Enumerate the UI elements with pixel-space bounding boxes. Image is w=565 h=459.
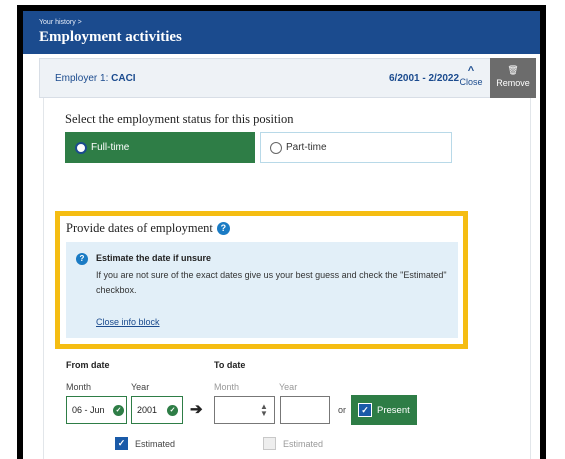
present-checkbox[interactable]: ✓ Present xyxy=(351,395,417,425)
radio-selected-icon xyxy=(75,142,87,154)
part-time-radio[interactable]: Part-time xyxy=(260,132,452,163)
from-year-input[interactable]: 2001 ✓ xyxy=(131,396,183,424)
from-month-label: Month xyxy=(66,382,92,392)
info-title: Estimate the date if unsure xyxy=(96,253,212,263)
remove-button-label: Remove xyxy=(496,78,530,88)
screenshot-frame: Your history > Employment activities Emp… xyxy=(17,5,546,459)
to-year-input[interactable] xyxy=(280,396,330,424)
to-estimated-checkbox[interactable] xyxy=(263,437,276,450)
employer-label: Employer 1: CACI xyxy=(55,73,136,84)
present-label: Present xyxy=(377,405,410,416)
to-year-label: Year xyxy=(279,382,298,392)
trash-icon: 🗑 xyxy=(507,65,519,75)
to-month-label: Month xyxy=(214,382,240,392)
employment-status-question: Select the employment status for this po… xyxy=(65,112,294,126)
checkbox-checked-icon: ✓ xyxy=(358,403,372,417)
employer-date-range: 6/2001 - 2/2022 xyxy=(389,73,460,84)
close-button[interactable]: ^ Close xyxy=(452,65,490,93)
dates-heading: Provide dates of employment? xyxy=(66,221,230,236)
from-year-label: Year xyxy=(131,382,150,392)
from-estimated-checkbox[interactable]: ✓ xyxy=(115,437,128,450)
breadcrumb[interactable]: Your history > xyxy=(39,19,82,26)
info-question-icon: ? xyxy=(76,253,88,265)
remove-button[interactable]: 🗑 Remove xyxy=(490,58,536,98)
chevron-up-icon: ^ xyxy=(467,65,475,77)
select-updown-icon: ▲ ▼ xyxy=(260,402,268,418)
close-info-block-link[interactable]: Close info block xyxy=(96,317,160,327)
employer-name: CACI xyxy=(111,73,136,84)
page: Your history > Employment activities Emp… xyxy=(23,11,540,459)
from-month-value: 06 - Jun xyxy=(72,405,105,415)
from-estimated-label: Estimated xyxy=(135,439,176,449)
or-separator: or xyxy=(338,405,347,415)
valid-check-icon: ✓ xyxy=(167,405,178,416)
info-block: ? Estimate the date if unsure If you are… xyxy=(66,242,458,338)
full-time-radio[interactable]: Full-time xyxy=(65,132,255,163)
from-date-label: From date xyxy=(66,360,110,370)
from-month-select[interactable]: 06 - Jun ✓ xyxy=(66,396,127,424)
close-button-label: Close xyxy=(459,77,483,87)
part-time-label: Part-time xyxy=(286,142,327,153)
radio-unselected-icon xyxy=(270,142,282,154)
to-month-select[interactable]: ▲ ▼ xyxy=(214,396,275,424)
to-date-label: To date xyxy=(214,360,246,370)
arrow-right-icon: ➔ xyxy=(190,401,203,418)
page-header: Your history > Employment activities xyxy=(23,11,540,54)
info-body: If you are not sure of the exact dates g… xyxy=(96,270,447,295)
dates-heading-text: Provide dates of employment xyxy=(66,221,213,235)
valid-check-icon: ✓ xyxy=(113,405,124,416)
employer-label-prefix: Employer 1: xyxy=(55,73,109,84)
to-estimated-label: Estimated xyxy=(283,439,324,449)
page-title: Employment activities xyxy=(39,29,182,45)
employer-accordion-header: Employer 1: CACI 6/2001 - 2/2022 ^ Close… xyxy=(39,58,536,98)
question-circle-icon[interactable]: ? xyxy=(216,222,230,235)
from-year-value: 2001 xyxy=(137,405,158,415)
full-time-label: Full-time xyxy=(91,142,130,153)
